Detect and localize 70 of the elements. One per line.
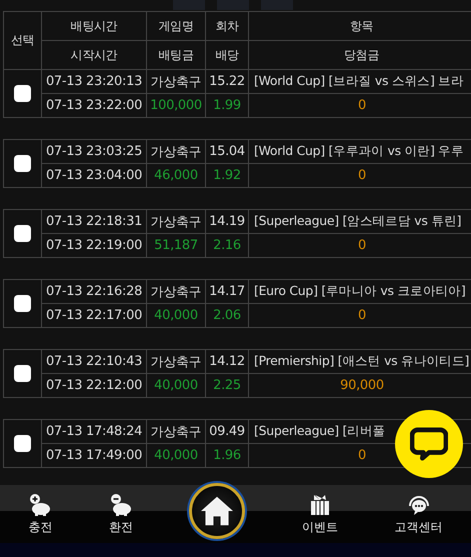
table-cell: 07-13 23:20:13: [42, 70, 147, 94]
table-cell: 가상축구: [147, 280, 206, 304]
table-cell: 100,000: [147, 94, 206, 118]
table-cell: 가상축구: [147, 350, 206, 374]
table-cell: 07-13 22:17:00: [42, 304, 147, 328]
column-header: 게임명: [147, 12, 206, 41]
column-header: 배당: [206, 41, 249, 70]
table-cell: [World Cup] [브라질 vs 스위스] 브라: [249, 70, 471, 94]
table-cell: 40,000: [147, 444, 206, 468]
table-cell: 07-13 22:12:00: [42, 374, 147, 398]
table-cell: 1.96: [206, 444, 249, 468]
home-button[interactable]: [189, 483, 246, 539]
table-cell: 가상축구: [147, 70, 206, 94]
table-cell: 07-13 22:16:28: [42, 280, 147, 304]
column-header: 항목: [249, 12, 471, 41]
table-cell: 0: [249, 94, 471, 118]
piggy-bank-plus-icon: [28, 492, 52, 516]
column-header: 선택: [4, 12, 42, 70]
home-icon: [199, 495, 236, 527]
table-cell: 46,000: [147, 164, 206, 188]
checkbox[interactable]: [14, 365, 31, 382]
table-cell: 07-13 23:04:00: [42, 164, 147, 188]
column-header: 당첨금: [249, 41, 471, 70]
table-cell: [Superleague] [암스테르담 vs 튜린]: [249, 210, 471, 234]
nav-item[interactable]: 환전: [108, 492, 133, 536]
table-cell: 2.25: [206, 374, 249, 398]
table-cell: 0: [249, 304, 471, 328]
checkbox[interactable]: [14, 295, 31, 312]
checkbox[interactable]: [14, 85, 31, 102]
column-header: 시작시간: [42, 41, 147, 70]
table-cell: 09.49: [206, 420, 249, 444]
table-cell: [Euro Cup] [루마니아 vs 크로아티아]: [249, 280, 471, 304]
speech-bubble-icon: [410, 427, 448, 461]
table-cell: 1.92: [206, 164, 249, 188]
table-cell: [World Cup] [우루과이 vs 이란] 우루: [249, 140, 471, 164]
table-cell: 07-13 17:48:24: [42, 420, 147, 444]
table-cell: 2.06: [206, 304, 249, 328]
table-cell: 07-13 23:22:00: [42, 94, 147, 118]
table-cell: 가상축구: [147, 210, 206, 234]
table-cell: 2.16: [206, 234, 249, 258]
table-cell: 0: [249, 164, 471, 188]
table-cell: 가상축구: [147, 420, 206, 444]
table-cell: 07-13 22:10:43: [42, 350, 147, 374]
table-cell: [Premiership] [애스턴 vs 유나이티드]: [249, 350, 471, 374]
table-cell: 40,000: [147, 374, 206, 398]
table-cell: 07-13 22:19:00: [42, 234, 147, 258]
table-cell: 14.19: [206, 210, 249, 234]
table-cell: 90,000: [249, 374, 471, 398]
nav-item[interactable]: 고객센터: [394, 492, 443, 536]
table-cell: 07-13 17:49:00: [42, 444, 147, 468]
checkbox[interactable]: [14, 155, 31, 172]
nav-item[interactable]: 충전: [28, 492, 52, 536]
checkbox[interactable]: [14, 435, 31, 452]
column-header: 배팅금: [147, 41, 206, 70]
table-cell: 1.99: [206, 94, 249, 118]
column-header: 회차: [206, 12, 249, 41]
table-cell: 07-13 22:18:31: [42, 210, 147, 234]
table-cell: 0: [249, 234, 471, 258]
nav-item[interactable]: 이벤트: [302, 492, 338, 536]
piggy-bank-minus-icon: [108, 492, 133, 516]
table-cell: 15.22: [206, 70, 249, 94]
table-cell: 가상축구: [147, 140, 206, 164]
table-cell: 40,000: [147, 304, 206, 328]
checkbox[interactable]: [14, 225, 31, 242]
table-cell: 51,187: [147, 234, 206, 258]
table-cell: 14.12: [206, 350, 249, 374]
table-cell: 14.17: [206, 280, 249, 304]
table-cell: 07-13 23:03:25: [42, 140, 147, 164]
table-cell: 15.04: [206, 140, 249, 164]
column-header: 배팅시간: [42, 12, 147, 41]
